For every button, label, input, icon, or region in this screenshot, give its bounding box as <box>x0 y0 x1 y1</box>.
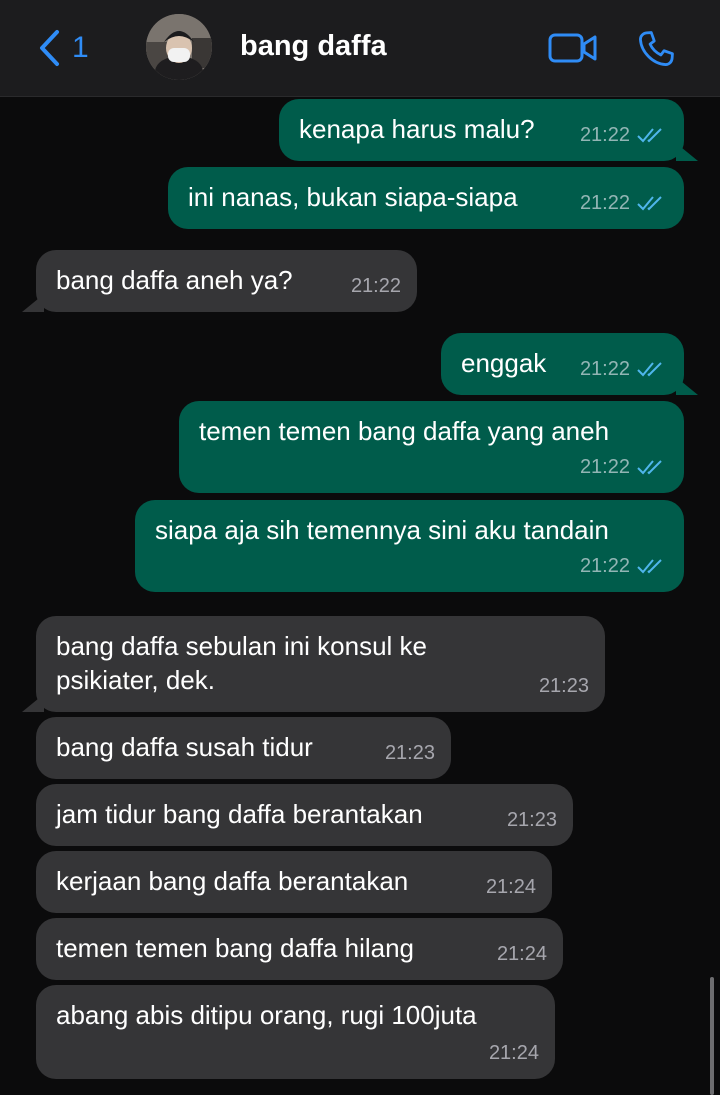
message-bubble-outgoing[interactable]: siapa aja sih temennya sini aku tandain … <box>135 500 684 592</box>
avatar[interactable] <box>146 14 212 80</box>
message-bubble-outgoing[interactable]: ini nanas, bukan siapa-siapa 21:22 <box>168 167 684 229</box>
message-bubble-incoming[interactable]: kerjaan bang daffa berantakan 21:24 <box>36 851 552 913</box>
voice-call-button[interactable] <box>634 28 678 75</box>
contact-name[interactable]: bang daffa <box>240 30 387 63</box>
message-text: enggak <box>461 348 547 378</box>
message-text: kerjaan bang daffa berantakan <box>56 866 409 896</box>
read-receipt-icon <box>637 559 662 574</box>
message-bubble-outgoing[interactable]: kenapa harus malu? 21:22 <box>279 99 698 161</box>
bubble-tail <box>676 377 698 395</box>
message-time: 21:22 <box>579 192 630 214</box>
chat-header: 1 bang daffa <box>0 0 720 97</box>
message-bubble-incoming[interactable]: temen temen bang daffa hilang 21:24 <box>36 918 563 980</box>
message-time: 21:22 <box>579 358 630 380</box>
message-time: 21:23 <box>506 809 557 831</box>
read-receipt-icon <box>637 196 662 211</box>
message-text-line-1: bang daffa sebulan ini konsul ke <box>56 631 428 661</box>
message-text: siapa aja sih temennya sini aku tandain <box>155 515 609 545</box>
video-call-button[interactable] <box>548 32 598 69</box>
read-receipt-icon <box>637 460 662 475</box>
message-text: bang daffa aneh ya? <box>56 265 293 295</box>
back-button[interactable]: 1 <box>38 28 89 68</box>
message-text: abang abis ditipu orang, rugi 100juta <box>56 1000 477 1030</box>
bubble-tail <box>22 294 44 312</box>
message-text: temen temen bang daffa yang aneh <box>199 416 610 446</box>
unread-count: 1 <box>72 31 89 64</box>
message-bubble-incoming[interactable]: abang abis ditipu orang, rugi 100juta 21… <box>36 985 555 1079</box>
message-time: 21:22 <box>579 456 630 478</box>
message-text: temen temen bang daffa hilang <box>56 933 415 963</box>
video-call-icon <box>548 33 597 63</box>
message-time: 21:22 <box>579 555 630 577</box>
message-bubble-incoming[interactable]: bang daffa aneh ya? 21:22 <box>22 250 417 312</box>
bubble-tail <box>22 694 44 712</box>
message-time: 21:23 <box>384 742 435 764</box>
message-time: 21:22 <box>579 124 630 146</box>
message-text: ini nanas, bukan siapa-siapa <box>188 182 518 212</box>
phone-icon <box>639 31 674 66</box>
message-list[interactable]: kenapa harus malu? 21:22 ini nanas, buka… <box>0 97 720 1095</box>
read-receipt-icon <box>637 362 662 377</box>
message-text: bang daffa susah tidur <box>56 732 313 762</box>
message-text: jam tidur bang daffa berantakan <box>56 799 423 829</box>
message-text: kenapa harus malu? <box>299 114 535 144</box>
message-text-line-2: psikiater, dek. <box>56 665 215 695</box>
message-time: 21:24 <box>488 1042 539 1064</box>
message-bubble-outgoing[interactable]: temen temen bang daffa yang aneh 21:22 <box>179 401 684 493</box>
message-time: 21:24 <box>496 943 547 965</box>
read-receipt-icon <box>637 128 662 143</box>
message-bubble-incoming[interactable]: bang daffa sebulan ini konsul ke psikiat… <box>22 616 605 712</box>
message-bubble-outgoing[interactable]: enggak 21:22 <box>441 333 698 395</box>
scrollbar[interactable] <box>710 977 714 1095</box>
message-time: 21:24 <box>485 876 536 898</box>
message-time: 21:22 <box>350 275 401 297</box>
message-bubble-incoming[interactable]: bang daffa susah tidur 21:23 <box>36 717 451 779</box>
message-bubble-incoming[interactable]: jam tidur bang daffa berantakan 21:23 <box>36 784 573 846</box>
chevron-left-icon <box>40 30 59 66</box>
bubble-tail <box>676 143 698 161</box>
message-time: 21:23 <box>538 675 589 697</box>
